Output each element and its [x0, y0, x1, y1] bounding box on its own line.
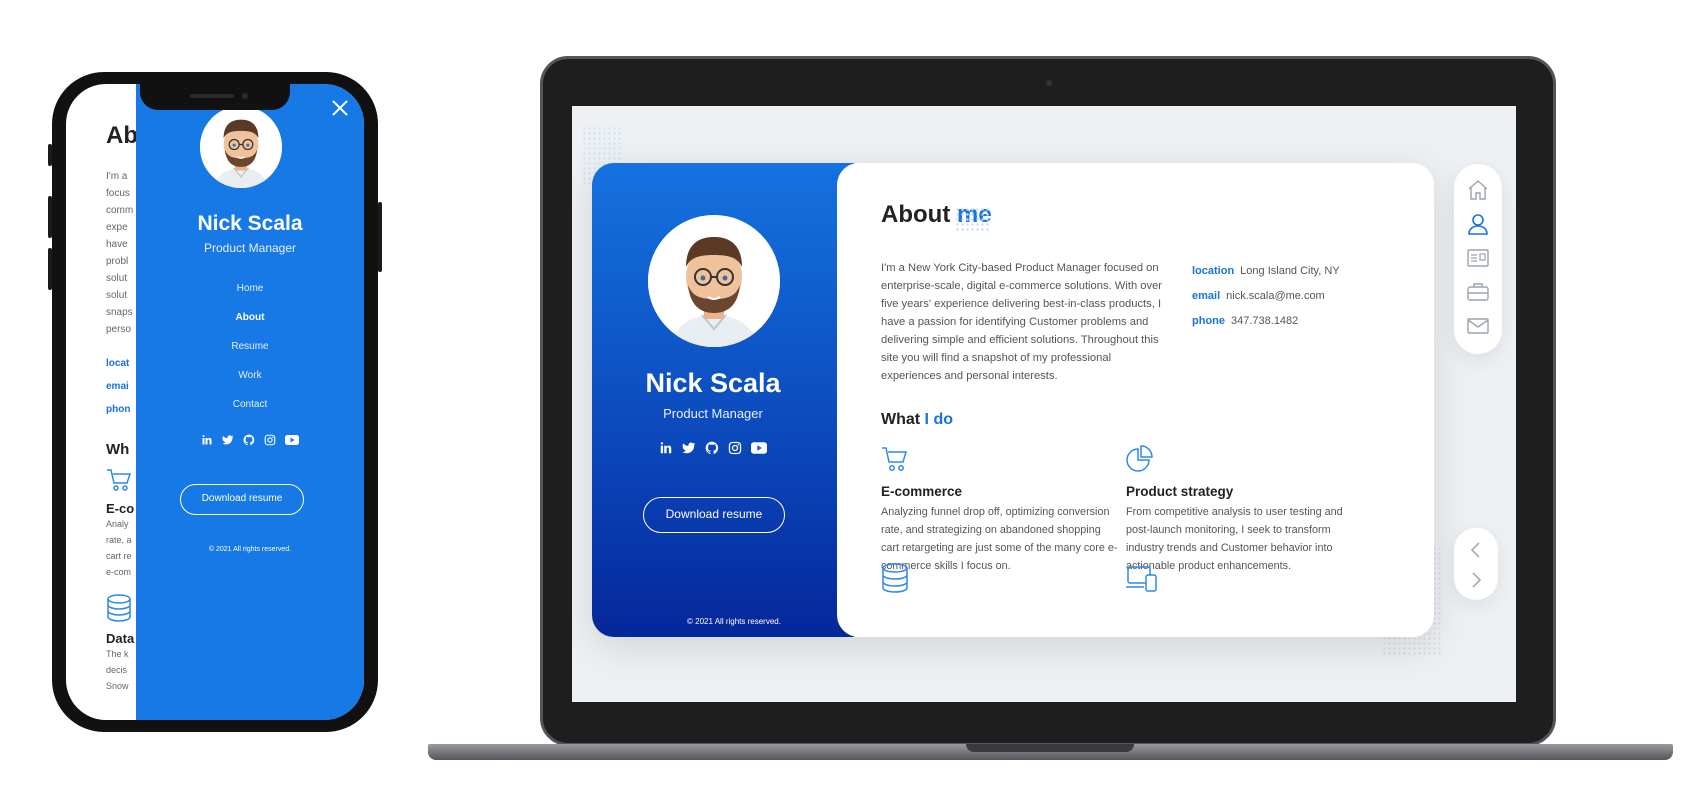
profile-name: Nick Scala: [645, 368, 781, 398]
service-text: From competitive analysis to user testin…: [1126, 506, 1343, 572]
page-arrows: [1454, 528, 1498, 600]
github-icon[interactable]: [705, 441, 719, 455]
social-links: [136, 434, 364, 446]
mail-icon[interactable]: [1466, 314, 1490, 338]
service-product-strategy: Product strategy From competitive analys…: [1126, 445, 1366, 575]
youtube-icon[interactable]: [285, 434, 299, 446]
chevron-left-glyph: [1470, 542, 1480, 558]
avatar: [200, 106, 282, 188]
chevron-right-glyph: [1472, 572, 1482, 588]
phone-mockup: Ab I'm a focus comm expe have probl solu…: [48, 72, 382, 732]
nav-item-resume[interactable]: Resume: [136, 332, 364, 361]
nav-item-contact[interactable]: Contact: [136, 390, 364, 419]
avatar-illustration: [200, 106, 282, 188]
profile-card: Nick Scala Product Manager Download resu…: [592, 163, 1434, 637]
user-icon[interactable]: [1466, 212, 1490, 236]
home-icon-glyph: [1468, 180, 1488, 200]
section-title-text: What: [881, 411, 925, 428]
service-ecommerce: E-commerce Analyzing funnel drop off, op…: [881, 445, 1121, 575]
phone-notch: [140, 84, 290, 110]
pie-chart-icon: [1126, 445, 1153, 472]
user-icon-glyph: [1468, 214, 1488, 235]
nav-item-work[interactable]: Work: [136, 361, 364, 390]
laptop-screen: Nick Scala Product Manager Download resu…: [572, 106, 1516, 702]
linkedin-icon[interactable]: [201, 434, 213, 446]
decor-dots: [955, 207, 991, 231]
home-icon[interactable]: [1466, 178, 1490, 202]
shopping-cart-icon: [107, 469, 132, 491]
download-resume-button[interactable]: Download resume: [643, 497, 785, 533]
linkedin-icon[interactable]: [659, 441, 673, 455]
phone-value[interactable]: 347.738.1482: [1231, 315, 1298, 327]
speaker: [190, 94, 234, 98]
phone-volume-up: [48, 196, 52, 238]
phone-label: phone: [1192, 315, 1225, 327]
phone-screen: Ab I'm a focus comm expe have probl solu…: [66, 84, 364, 720]
twitter-icon[interactable]: [682, 441, 696, 455]
avatar-illustration: [648, 215, 780, 347]
phone-mute-switch: [48, 144, 52, 166]
chevron-left-icon[interactable]: [1464, 538, 1488, 562]
instagram-icon[interactable]: [728, 441, 742, 455]
resume-icon[interactable]: [1466, 246, 1490, 270]
copyright: © 2021 All rights reserved.: [687, 617, 781, 626]
profile-title: Product Manager: [663, 406, 763, 421]
download-resume-button[interactable]: Download resume: [180, 484, 304, 515]
instagram-icon[interactable]: [264, 434, 276, 446]
phone-row: phone 347.738.1482: [1192, 309, 1340, 334]
page-title-text: About: [881, 201, 957, 228]
nav-item-home[interactable]: Home: [136, 274, 364, 303]
email-row: email nick.scala@me.com: [1192, 284, 1340, 309]
email-value[interactable]: nick.scala@me.com: [1226, 290, 1325, 302]
section-title-highlight: I do: [924, 411, 953, 428]
social-links: [592, 441, 834, 455]
resume-icon-glyph: [1467, 249, 1489, 267]
mail-icon-glyph: [1467, 318, 1489, 334]
briefcase-icon[interactable]: [1466, 280, 1490, 304]
mobile-nav-menu: Home About Resume Work Contact: [136, 274, 364, 419]
location-value: Long Island City, NY: [1240, 265, 1340, 277]
what-i-do-title: What I do: [881, 411, 953, 429]
github-icon[interactable]: [243, 434, 255, 446]
shopping-cart-icon: [882, 447, 908, 471]
contact-info: location Long Island City, NY email nick.s…: [1192, 259, 1340, 334]
briefcase-icon-glyph: [1467, 283, 1489, 301]
about-content: About me I'm a New York City-based Produ…: [837, 163, 1434, 637]
profile-sidebar: Nick Scala Product Manager Download resu…: [592, 163, 854, 637]
service-text: Analyzing funnel drop off, optimizing co…: [881, 506, 1118, 572]
laptop-hinge-notch: [966, 744, 1134, 752]
phone-volume-down: [48, 248, 52, 290]
service-title: Product strategy: [1126, 484, 1234, 499]
location-row: location Long Island City, NY: [1192, 259, 1340, 284]
phone-power-button: [378, 202, 382, 272]
nav-item-about[interactable]: About: [136, 303, 364, 332]
service-title: E-commerce: [881, 484, 963, 499]
email-label: email: [1192, 290, 1221, 302]
devices-icon: [1126, 566, 1157, 592]
section-nav: [1454, 164, 1502, 354]
mobile-nav-drawer: Nick Scala Product Manager Home About Re…: [136, 84, 364, 720]
copyright: © 2021 All rights reserved.: [208, 546, 292, 553]
avatar: [648, 215, 780, 347]
location-label: location: [1192, 265, 1235, 277]
database-icon: [107, 594, 131, 622]
profile-title: Product Manager: [203, 241, 297, 255]
front-camera: [242, 93, 248, 99]
chevron-right-icon[interactable]: [1464, 568, 1488, 592]
youtube-icon[interactable]: [751, 441, 767, 455]
about-text: I'm a New York City-based Product Manage…: [881, 262, 1163, 382]
close-icon[interactable]: [330, 98, 350, 118]
database-icon: [882, 563, 908, 593]
laptop-camera: [1046, 80, 1052, 86]
twitter-icon[interactable]: [222, 434, 234, 446]
profile-name: Nick Scala: [197, 212, 303, 235]
